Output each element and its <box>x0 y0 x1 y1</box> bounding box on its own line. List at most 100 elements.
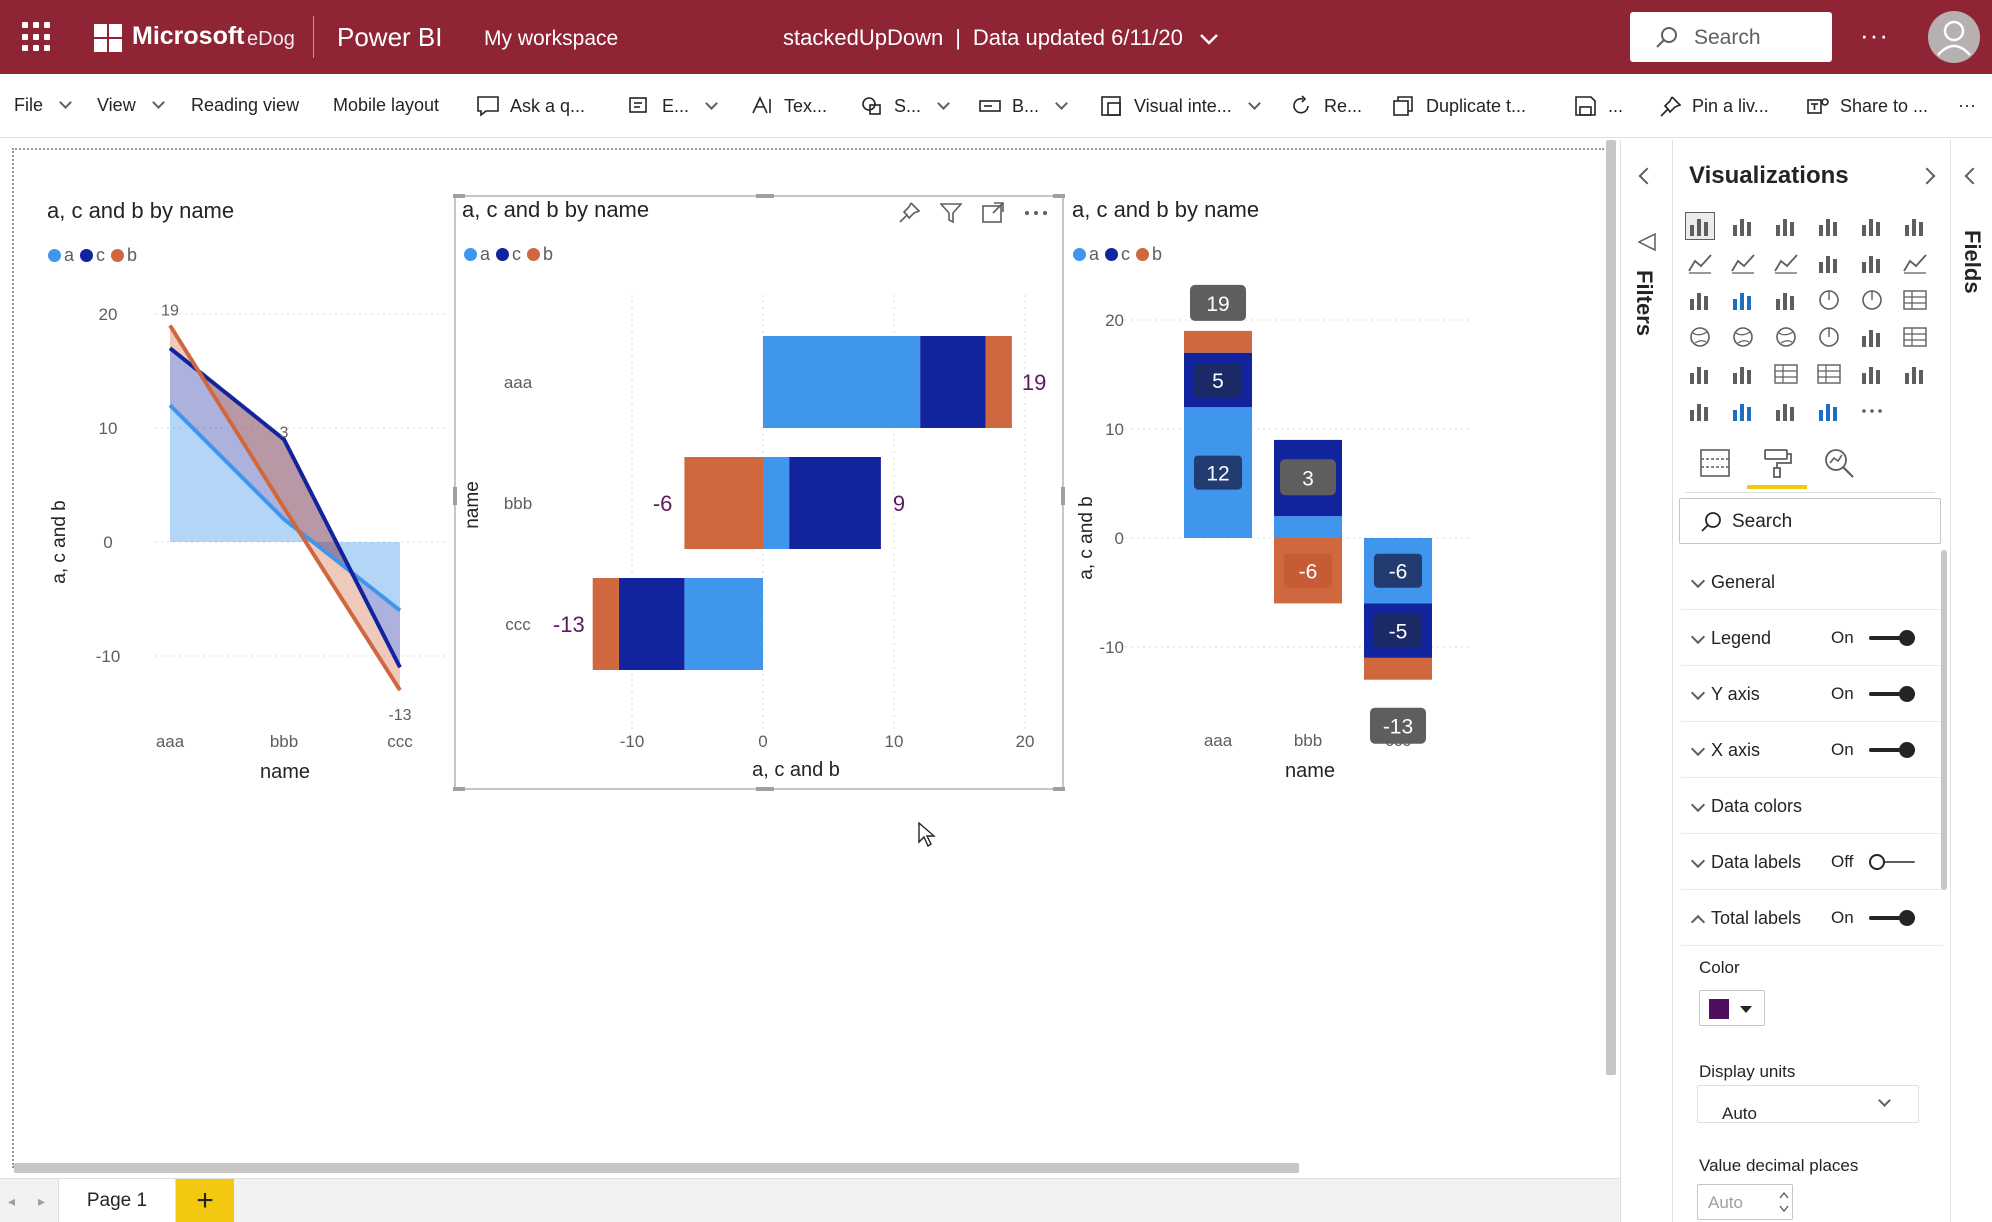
multi-row-card-visual-icon[interactable] <box>1900 323 1930 351</box>
smart-narrative-visual-icon[interactable] <box>1814 397 1844 425</box>
pie-visual-icon[interactable] <box>1814 286 1844 314</box>
kpi-visual-icon[interactable] <box>1685 360 1715 388</box>
qa-visual-icon[interactable] <box>1685 397 1715 425</box>
stacked-area-visual-icon[interactable] <box>1771 249 1801 277</box>
more-visual-icon[interactable] <box>1857 397 1887 425</box>
view-menu[interactable]: View <box>97 95 165 116</box>
refresh-button[interactable]: Re... <box>1290 95 1362 117</box>
waterfall-visual-icon[interactable] <box>1685 286 1715 314</box>
map-visual-icon[interactable] <box>1685 323 1715 351</box>
explore-button[interactable]: E... <box>628 95 718 117</box>
pin-live-page-button[interactable]: Pin a liv... <box>1658 95 1769 117</box>
gauge-visual-icon[interactable] <box>1814 323 1844 351</box>
visual-left-area-chart[interactable]: 20 10 0 -10 aaa bbb ccc name a, c and b 19 3 -13 <box>40 280 450 795</box>
table-visual-icon[interactable] <box>1771 360 1801 388</box>
decomposition-tree-visual-icon[interactable] <box>1857 360 1887 388</box>
100-bar-visual-icon[interactable] <box>1857 212 1887 240</box>
collapse-arrow-icon[interactable] <box>1964 167 1982 185</box>
legend-item-c[interactable]: c <box>496 244 521 265</box>
legend-item-b[interactable]: b <box>111 245 137 266</box>
card-visual-icon[interactable] <box>1857 323 1887 351</box>
display-units-dropdown[interactable]: Auto <box>1697 1085 1919 1123</box>
donut-visual-icon[interactable] <box>1857 286 1887 314</box>
next-page-arrow-icon[interactable]: ▸ <box>38 1193 45 1210</box>
section-toggle[interactable] <box>1869 686 1915 702</box>
focus-mode-icon[interactable] <box>982 202 1004 224</box>
slicer-visual-icon[interactable] <box>1728 360 1758 388</box>
total-label-color-picker[interactable] <box>1699 990 1765 1026</box>
format-section-data-labels[interactable]: Data labels Off <box>1681 834 1943 890</box>
legend-item-c[interactable]: c <box>80 245 105 266</box>
analytics-tab[interactable] <box>1819 443 1859 483</box>
visual-interactions-button[interactable]: Visual inte... <box>1100 95 1261 117</box>
visual-right-legend[interactable]: a c b <box>1073 244 1162 265</box>
legend-item-b[interactable]: b <box>1136 244 1162 265</box>
line-visual-icon[interactable] <box>1685 249 1715 277</box>
100-column-visual-icon[interactable] <box>1900 212 1930 240</box>
format-section-legend[interactable]: Legend On <box>1681 610 1943 666</box>
app-launcher-icon[interactable] <box>22 22 52 52</box>
file-menu[interactable]: File <box>14 95 72 116</box>
format-section-x-axis[interactable]: X axis On <box>1681 722 1943 778</box>
reading-view-button[interactable]: Reading view <box>191 95 299 116</box>
global-search-input[interactable]: Search <box>1630 12 1832 62</box>
canvas-vertical-scrollbar[interactable] <box>1606 140 1616 1075</box>
section-toggle[interactable] <box>1869 630 1915 646</box>
resize-handle-left[interactable] <box>453 487 457 505</box>
pin-icon[interactable] <box>898 202 920 224</box>
shapes-button[interactable]: S... <box>860 95 950 117</box>
scatter-visual-icon[interactable] <box>1771 286 1801 314</box>
fields-tab[interactable] <box>1695 443 1735 483</box>
section-toggle[interactable] <box>1869 854 1915 870</box>
line-column-visual-icon[interactable] <box>1814 249 1844 277</box>
fields-pane[interactable]: Fields <box>1950 140 1992 1222</box>
stacked-bar-visual-icon[interactable] <box>1685 212 1715 240</box>
section-toggle[interactable] <box>1869 742 1915 758</box>
workspace-link[interactable]: My workspace <box>484 27 618 51</box>
clustered-bar-visual-icon[interactable] <box>1771 212 1801 240</box>
format-section-y-axis[interactable]: Y axis On <box>1681 666 1943 722</box>
filled-map-visual-icon[interactable] <box>1728 323 1758 351</box>
collapse-arrow-icon[interactable] <box>1638 167 1656 185</box>
share-to-teams-button[interactable]: Share to ... <box>1806 95 1928 117</box>
legend-item-b[interactable]: b <box>527 244 553 265</box>
area-visual-icon[interactable] <box>1728 249 1758 277</box>
ribbon-more-button[interactable]: ··· <box>1958 95 1976 116</box>
report-title[interactable]: stackedUpDown | Data updated 6/11/20 <box>783 25 1219 51</box>
canvas-horizontal-scrollbar[interactable] <box>14 1163 1299 1173</box>
azure-map-visual-icon[interactable] <box>1771 323 1801 351</box>
format-section-general[interactable]: General <box>1681 554 1943 610</box>
format-pane-scrollbar[interactable] <box>1941 550 1947 890</box>
visual-right-column-chart[interactable]: 20100-10a, c and baaabbbcccname5127-6-6-… <box>1070 280 1490 795</box>
buttons-menu[interactable]: B... <box>978 95 1068 117</box>
resize-handle-right[interactable] <box>1061 487 1065 505</box>
ask-question-button[interactable]: Ask a q... <box>476 95 585 117</box>
legend-item-a[interactable]: a <box>48 245 74 266</box>
stacked-column-visual-icon[interactable] <box>1728 212 1758 240</box>
ribbon-visual-icon[interactable] <box>1900 249 1930 277</box>
legend-item-a[interactable]: a <box>464 244 490 265</box>
mobile-layout-button[interactable]: Mobile layout <box>333 95 439 116</box>
save-button[interactable]: ... <box>1574 95 1623 117</box>
prev-page-arrow-icon[interactable]: ◂ <box>8 1193 15 1210</box>
textbox-button[interactable]: Tex... <box>750 95 827 117</box>
filter-icon[interactable] <box>940 202 962 224</box>
avatar[interactable] <box>1928 11 1980 63</box>
treemap-visual-icon[interactable] <box>1900 286 1930 314</box>
legend-item-a[interactable]: a <box>1073 244 1099 265</box>
clustered-column-visual-icon[interactable] <box>1814 212 1844 240</box>
tab-page-1[interactable]: Page 1 <box>58 1179 176 1222</box>
resize-handle-top-right[interactable] <box>1053 194 1065 198</box>
line-clustered-visual-icon[interactable] <box>1857 249 1887 277</box>
matrix-visual-icon[interactable] <box>1814 360 1844 388</box>
funnel-visual-icon[interactable] <box>1728 286 1758 314</box>
visual-mid-bar-chart[interactable]: -10 0 10 20 a, c and b name aaa bbb ccc 19 9 -6 -13 <box>458 280 1058 790</box>
paginated-visual-icon[interactable] <box>1728 397 1758 425</box>
legend-item-c[interactable]: c <box>1105 244 1130 265</box>
section-toggle[interactable] <box>1869 910 1915 926</box>
spinner-arrows-icon[interactable] <box>1778 1189 1790 1215</box>
resize-handle-top[interactable] <box>756 194 774 198</box>
add-page-button[interactable]: + <box>176 1179 234 1222</box>
expand-arrow-icon[interactable] <box>1918 167 1936 185</box>
format-section-data-colors[interactable]: Data colors <box>1681 778 1943 834</box>
